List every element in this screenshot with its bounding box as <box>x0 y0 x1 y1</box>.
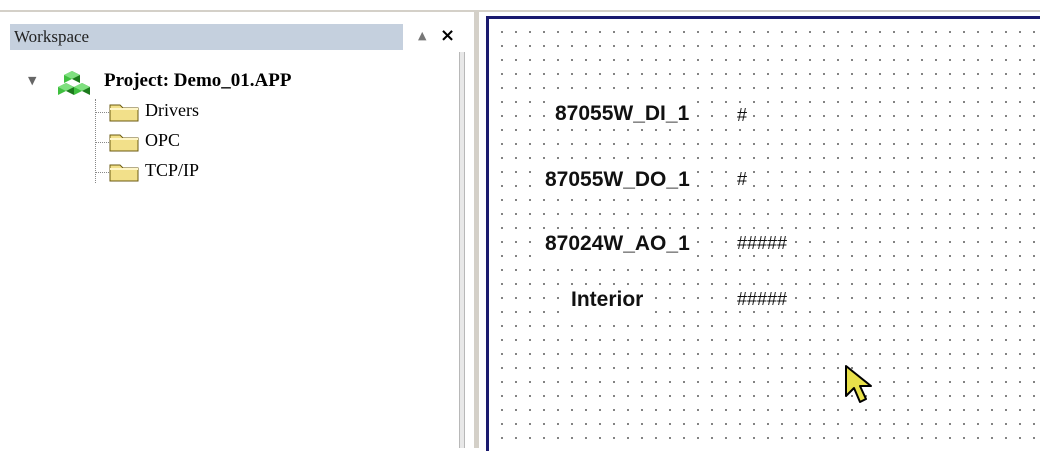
panel-splitter[interactable] <box>470 12 484 448</box>
project-icon <box>58 71 90 95</box>
tree-branch-line <box>95 112 109 113</box>
tree-item-label: TCP/IP <box>145 160 200 180</box>
tag-value-ao[interactable]: ##### <box>735 231 790 255</box>
tree-item-label: OPC <box>145 130 181 150</box>
tree-branch-line <box>95 142 109 143</box>
workspace-panel: Workspace ▲ × ▼ Project: Demo_01.APP Dri… <box>0 12 471 448</box>
tag-label-ao[interactable]: 87024W_AO_1 <box>543 231 692 257</box>
tag-value-interior[interactable]: ##### <box>735 287 790 311</box>
workspace-header-buttons: ▲ × <box>408 24 462 50</box>
top-frame-edge <box>0 0 1040 12</box>
workspace-title: Workspace <box>14 27 90 46</box>
mouse-cursor-icon <box>845 365 872 403</box>
workspace-scrollbar[interactable] <box>459 52 465 448</box>
expand-arrow-icon[interactable]: ▼ <box>28 74 36 87</box>
folder-icon <box>109 164 139 182</box>
collapse-up-icon[interactable]: ▲ <box>418 29 426 42</box>
workspace-header: Workspace <box>10 24 403 50</box>
tree-branch-line <box>95 172 109 173</box>
tag-value-do[interactable]: # <box>735 167 750 191</box>
folder-icon <box>109 104 139 122</box>
close-icon[interactable]: × <box>440 25 455 46</box>
tree-item-label: Drivers <box>145 100 199 120</box>
tag-label-do[interactable]: 87055W_DO_1 <box>543 167 692 193</box>
design-canvas[interactable]: 87055W_DI_1 # 87055W_DO_1 # 87024W_AO_1 … <box>486 16 1040 451</box>
project-label: Project: Demo_01.APP <box>104 70 292 91</box>
tag-value-di[interactable]: # <box>735 103 750 127</box>
tag-label-di[interactable]: 87055W_DI_1 <box>553 101 692 127</box>
folder-icon <box>109 134 139 152</box>
tag-label-interior[interactable]: Interior <box>569 287 646 313</box>
